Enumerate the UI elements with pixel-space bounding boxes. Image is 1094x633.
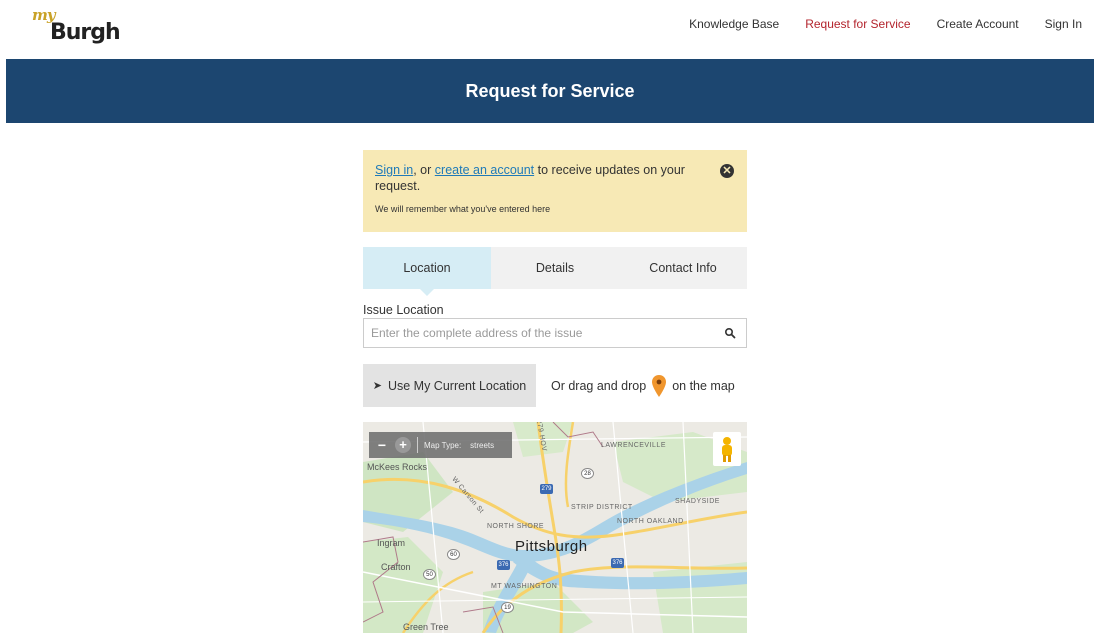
location-map[interactable]: McKees Rocks LAWRENCEVILLE SHADYSIDE STR… [363, 422, 747, 633]
logo-burgh-text: Burgh [50, 20, 121, 45]
route-376-shield-west: 376 [497, 560, 510, 570]
sign-in-notice: Sign in, or create an account to receive… [363, 150, 747, 232]
map-label-strip-district: STRIP DISTRICT [571, 504, 633, 511]
issue-location-search [363, 318, 747, 348]
map-pin-icon[interactable] [652, 374, 667, 397]
myburgh-logo[interactable]: my Burgh [30, 6, 121, 50]
map-type-select[interactable]: streets [470, 441, 494, 450]
drag-drop-hint: Or drag and drop on the map [551, 364, 735, 407]
map-label-mt-washington: MT WASHINGTON [491, 583, 558, 590]
tab-contact-info[interactable]: Contact Info [619, 247, 747, 289]
map-controls: − + Map Type: streets [369, 432, 512, 458]
use-current-location-button[interactable]: ➤ Use My Current Location [363, 364, 536, 407]
search-icon[interactable] [724, 327, 736, 339]
tab-location[interactable]: Location [363, 247, 491, 296]
nav-request-for-service[interactable]: Request for Service [805, 17, 910, 31]
map-label-pittsburgh: Pittsburgh [515, 538, 588, 555]
nav-knowledge-base[interactable]: Knowledge Base [689, 17, 779, 31]
page-title: Request for Service [465, 80, 635, 101]
notice-sep-text: , or [413, 163, 435, 177]
map-label-green-tree: Green Tree [403, 622, 449, 632]
route-50-shield: 50 [423, 569, 436, 580]
create-account-link[interactable]: create an account [435, 163, 534, 177]
nav-create-account[interactable]: Create Account [937, 17, 1019, 31]
zoom-in-button[interactable]: + [395, 437, 411, 453]
street-view-pegman-icon[interactable] [713, 432, 741, 466]
map-controls-divider [417, 437, 418, 453]
map-type-label: Map Type: [424, 440, 462, 450]
route-60-shield: 60 [447, 549, 460, 560]
nav-sign-in[interactable]: Sign In [1045, 17, 1082, 31]
map-label-north-oakland: NORTH OAKLAND [617, 518, 684, 525]
map-label-ingram: Ingram [377, 538, 406, 548]
location-options: ➤ Use My Current Location Or drag and dr… [363, 364, 747, 407]
map-label-crafton: Crafton [381, 562, 411, 572]
form-tabs: Location Details Contact Info [363, 247, 747, 296]
map-label-north-shore: NORTH SHORE [487, 523, 545, 530]
sign-in-link[interactable]: Sign in [375, 163, 413, 177]
map-label-lawrenceville: LAWRENCEVILLE [601, 442, 666, 449]
close-circle-icon[interactable]: ✕ [720, 164, 734, 178]
route-19-shield: 19 [501, 602, 514, 613]
route-28-shield: 28 [581, 468, 594, 479]
notice-remember-text: We will remember what you've entered her… [375, 204, 551, 214]
route-279-shield: 279 [540, 484, 553, 494]
drag-drop-before: Or drag and drop [551, 378, 647, 393]
issue-location-label: Issue Location [363, 303, 444, 317]
issue-location-input[interactable] [364, 319, 704, 347]
page-banner: Request for Service [6, 59, 1094, 123]
nav-links: Knowledge Base Request for Service Creat… [663, 17, 1082, 31]
top-navigation: my Burgh Knowledge Base Request for Serv… [0, 0, 1094, 58]
notice-message: Sign in, or create an account to receive… [375, 162, 705, 194]
route-376-shield-east: 376 [611, 558, 624, 568]
map-label-shadyside: SHADYSIDE [675, 498, 720, 505]
map-label-mckees-rocks: McKees Rocks [367, 462, 428, 472]
use-current-location-label: Use My Current Location [387, 378, 527, 393]
zoom-out-button[interactable]: − [373, 436, 391, 454]
drag-drop-after: on the map [672, 378, 735, 393]
tab-details[interactable]: Details [491, 247, 619, 289]
location-arrow-icon: ➤ [372, 380, 382, 392]
